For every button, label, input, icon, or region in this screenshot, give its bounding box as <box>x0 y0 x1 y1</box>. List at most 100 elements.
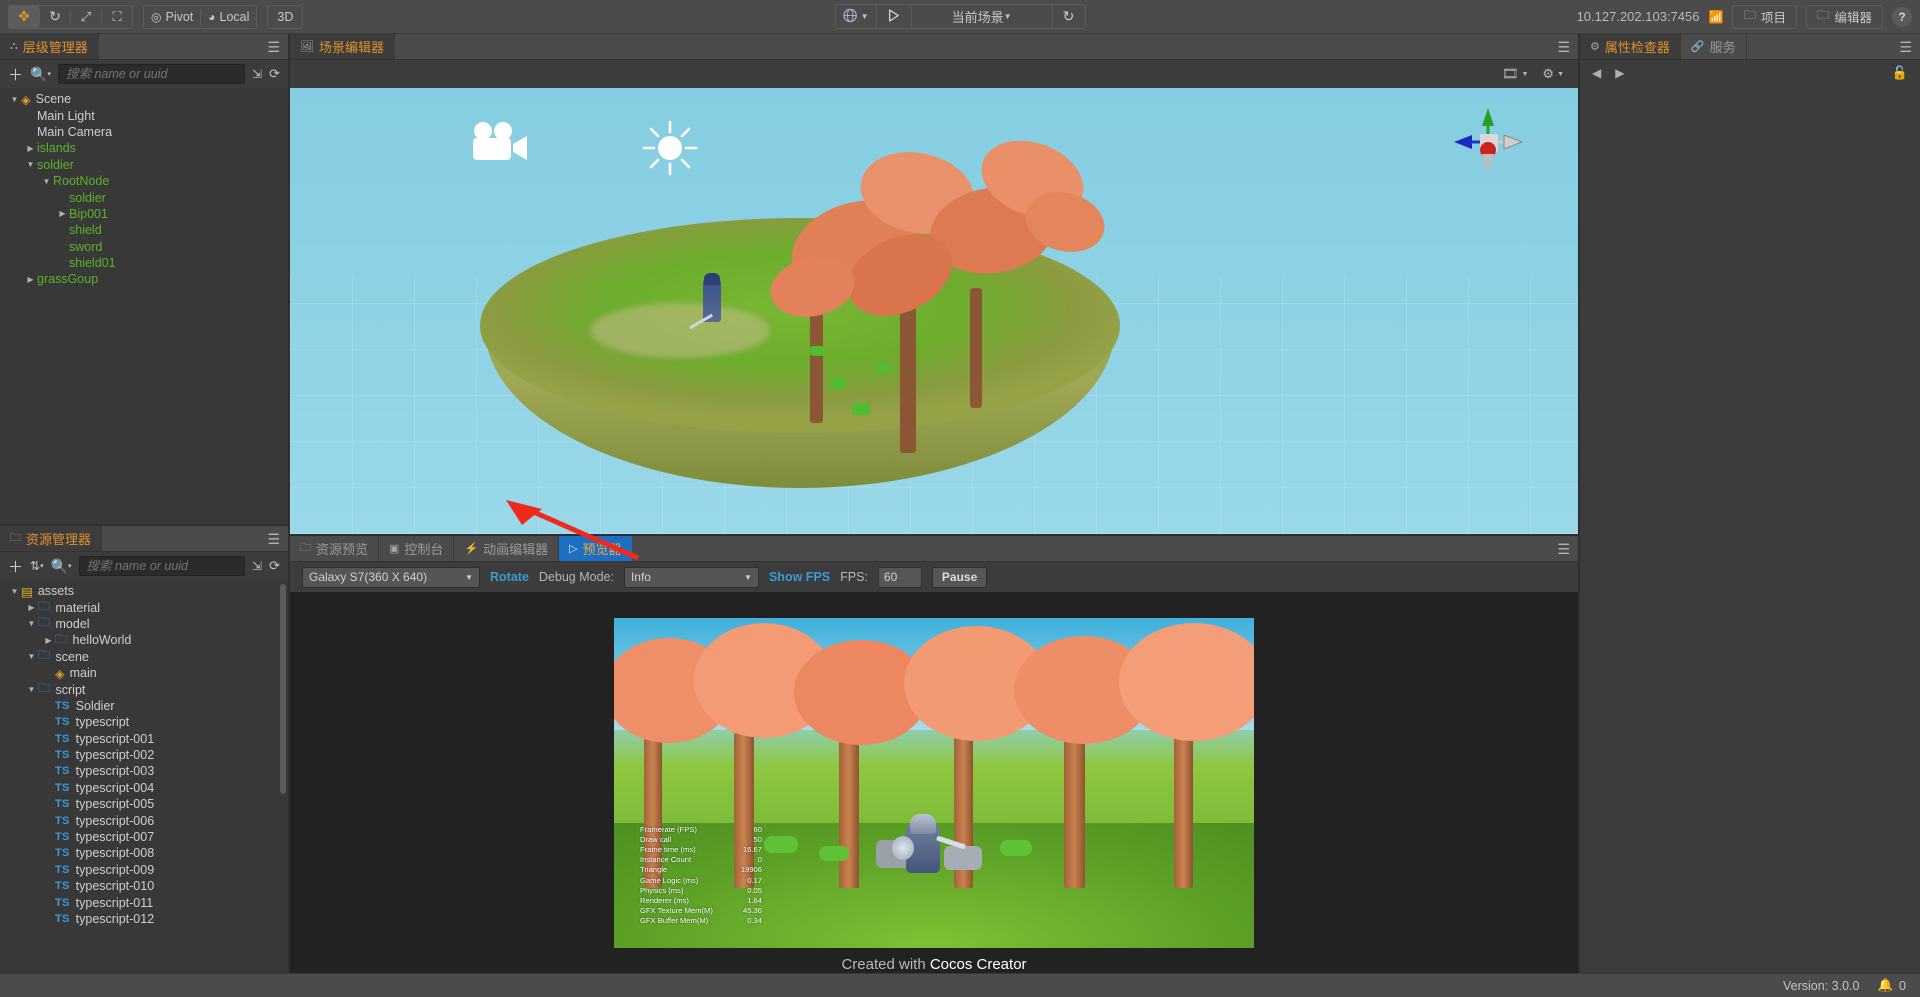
tree-row[interactable]: ▼ soldier <box>0 157 288 173</box>
tree-row[interactable]: TS typescript-004 <box>0 780 288 796</box>
scene-selector[interactable]: 当前场景 ▼ <box>912 5 1052 28</box>
tree-row[interactable]: TS typescript-003 <box>0 763 288 779</box>
debug-mode-selector[interactable]: Info ▼ <box>623 566 759 588</box>
collapse-all-button[interactable]: ⇲ <box>252 67 262 81</box>
tree-row[interactable]: TS typescript-008 <box>0 845 288 861</box>
notifications-button[interactable]: 🔔 0 <box>1877 978 1906 993</box>
tree-row[interactable]: TS typescript-002 <box>0 747 288 763</box>
hierarchy-search-input[interactable] <box>65 67 238 81</box>
inspector-menu-button[interactable]: ☰ <box>1899 34 1912 60</box>
tree-row[interactable]: Main Light <box>0 107 288 123</box>
collapse-all-button[interactable]: ⇲ <box>252 559 262 573</box>
rect-tool-button[interactable]: ⛶ <box>102 6 132 28</box>
lock-open-icon[interactable]: 🔓 <box>1892 65 1908 81</box>
pivot-button[interactable]: ◎ Pivot <box>144 6 200 28</box>
tree-row[interactable]: ▼ ◈ Scene <box>0 91 288 107</box>
assets-search-box[interactable] <box>78 556 246 576</box>
add-node-button[interactable]: ＋ <box>8 64 23 85</box>
tab-services[interactable]: 🔗 服务 <box>1681 34 1747 59</box>
tree-row[interactable]: sword <box>0 239 288 255</box>
scene-settings-button[interactable]: ⚙ ▼ <box>1542 66 1564 82</box>
tree-row[interactable]: ▼ 🗀 scene <box>0 648 288 665</box>
chevron-right-icon[interactable]: ▶ <box>24 275 37 284</box>
chevron-down-icon[interactable]: ▼ <box>25 652 38 661</box>
tree-row[interactable]: ▼ RootNode <box>0 173 288 189</box>
assets-refresh-button[interactable]: ⟳ <box>269 558 280 574</box>
hierarchy-search-box[interactable] <box>57 64 246 84</box>
tab-assets[interactable]: 🗀 资源管理器 <box>0 526 103 551</box>
assets-menu-button[interactable]: ☰ <box>267 526 280 552</box>
fps-input[interactable]: 60 <box>877 566 922 588</box>
rotate-button[interactable]: Rotate <box>490 570 529 584</box>
chevron-down-icon[interactable]: ▼ <box>8 587 21 596</box>
scale-tool-button[interactable]: ⤢ <box>71 6 101 28</box>
tree-row[interactable]: TS typescript-006 <box>0 812 288 828</box>
preview-menu-button[interactable]: ☰ <box>1557 536 1570 562</box>
game-canvas[interactable]: Framerate (FPS) 60 Draw call 50 Frame time (… <box>614 618 1254 948</box>
tab-hierarchy[interactable]: ⛬ 层级管理器 <box>0 34 99 59</box>
tree-row[interactable]: TS typescript-009 <box>0 862 288 878</box>
scene-viewport[interactable] <box>290 88 1578 534</box>
sort-icon[interactable]: ⇅ ▾ <box>30 559 44 573</box>
forward-button[interactable]: ▶ <box>1615 66 1624 80</box>
chevron-right-icon[interactable]: ▶ <box>42 636 55 645</box>
chevron-down-icon[interactable]: ▼ <box>25 685 38 694</box>
tree-row[interactable]: TS typescript-001 <box>0 731 288 747</box>
chevron-right-icon[interactable]: ▶ <box>24 144 37 153</box>
tree-row[interactable]: TS Soldier <box>0 698 288 714</box>
axis-gizmo[interactable] <box>1450 106 1526 176</box>
dimension-toggle-button[interactable]: 3D <box>267 4 304 29</box>
reload-button[interactable]: ↻ <box>1053 5 1085 28</box>
move-tool-button[interactable]: ✥ <box>9 5 39 28</box>
tree-row[interactable]: shield <box>0 222 288 238</box>
tree-row[interactable]: ▶ Bip001 <box>0 206 288 222</box>
tree-row[interactable]: shield01 <box>0 255 288 271</box>
tree-row[interactable]: TS typescript-012 <box>0 911 288 927</box>
tree-row[interactable]: ▼ 🗀 model <box>0 615 288 632</box>
tab-scene-editor[interactable]: 🖼 场景编辑器 <box>290 34 395 59</box>
hierarchy-refresh-button[interactable]: ⟳ <box>269 66 280 82</box>
coordinate-button[interactable]: ◕ Local <box>201 6 256 28</box>
play-button[interactable] <box>877 5 911 28</box>
show-fps-button[interactable]: Show FPS <box>769 570 830 584</box>
scene-menu-button[interactable]: ☰ <box>1557 34 1570 60</box>
sun-icon[interactable] <box>642 120 698 179</box>
hierarchy-menu-button[interactable]: ☰ <box>267 34 280 60</box>
editor-button[interactable]: 🗀 编辑器 <box>1805 4 1883 29</box>
help-button[interactable]: ? <box>1892 6 1912 27</box>
search-filter-icon[interactable]: 🔍 ▾ <box>30 66 51 83</box>
tab-animation-editor[interactable]: ⚡ 动画编辑器 <box>454 536 560 561</box>
tree-row[interactable]: Main Camera <box>0 124 288 140</box>
back-button[interactable]: ◀ <box>1592 66 1601 80</box>
chevron-right-icon[interactable]: ▶ <box>56 209 69 218</box>
scrollbar-thumb[interactable] <box>280 584 286 794</box>
chevron-down-icon[interactable]: ▼ <box>24 160 37 169</box>
hierarchy-tree[interactable]: ▼ ◈ Scene Main Light Main Camera ▶ islands ▼ sol… <box>0 88 288 524</box>
tree-row[interactable]: TS typescript-010 <box>0 878 288 894</box>
tree-row[interactable]: soldier <box>0 189 288 205</box>
tab-console[interactable]: ▣ 控制台 <box>379 536 455 561</box>
tree-row[interactable]: TS typescript-011 <box>0 894 288 910</box>
search-filter-icon[interactable]: 🔍 ▾ <box>51 558 72 575</box>
project-button[interactable]: 🗀 项目 <box>1732 4 1797 29</box>
tab-inspector[interactable]: ⚙ 属性检查器 <box>1580 34 1681 59</box>
pause-button[interactable]: Pause <box>931 566 988 588</box>
tree-row[interactable]: TS typescript <box>0 714 288 730</box>
chevron-down-icon[interactable]: ▼ <box>40 177 53 186</box>
device-selector[interactable]: Galaxy S7(360 X 640) ▼ <box>302 566 480 588</box>
tab-asset-preview[interactable]: 🗀 资源预览 <box>290 536 380 561</box>
add-asset-button[interactable]: ＋ <box>8 556 23 577</box>
tree-row[interactable]: TS typescript-007 <box>0 829 288 845</box>
tree-row[interactable]: ▼ 🗀 script <box>0 681 288 697</box>
camera-gizmo-button[interactable]: 🎞 ▼ <box>1502 66 1528 82</box>
tree-row[interactable]: ▶ grassGoup <box>0 271 288 287</box>
tab-previewer[interactable]: ▷ 预览器 <box>559 536 632 561</box>
assets-tree[interactable]: ▼ ▤ assets ▶ 🗀 material ▼ 🗀 model ▶ 🗀 helloWorld ▼ 🗀 s… <box>0 580 288 973</box>
tree-row[interactable]: TS typescript-005 <box>0 796 288 812</box>
preview-target-button[interactable]: ▼ <box>836 5 876 28</box>
rotate-tool-button[interactable]: ↻ <box>40 6 70 28</box>
tree-row[interactable]: ▶ islands <box>0 140 288 156</box>
camera-icon[interactable] <box>468 118 530 171</box>
assets-search-input[interactable] <box>86 559 238 573</box>
chevron-down-icon[interactable]: ▼ <box>8 95 21 104</box>
